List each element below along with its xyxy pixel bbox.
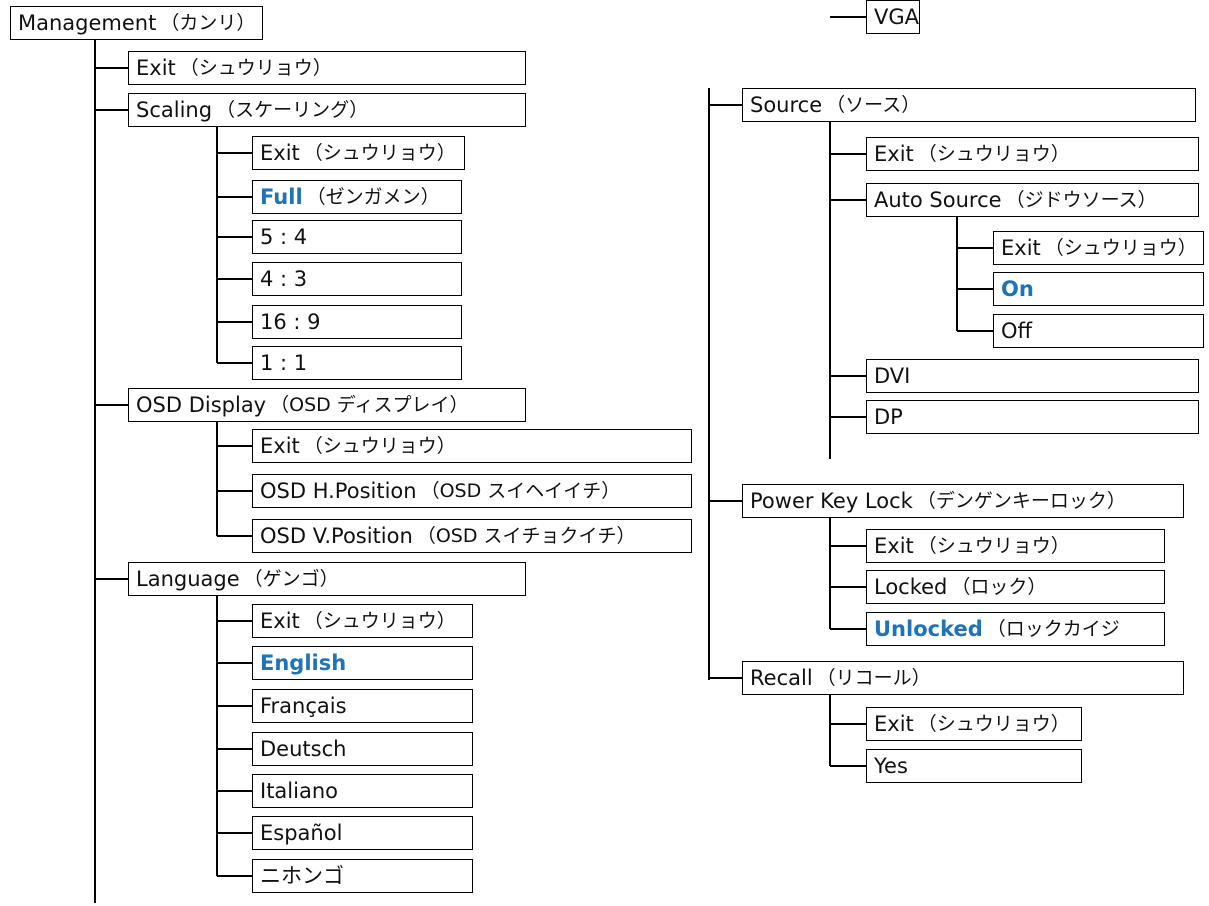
menu-item-language-espa-ol-5-label: Español	[260, 820, 343, 845]
menu-item-recall-yes-label: Yes	[874, 753, 908, 778]
menu-item-auto-source-on[interactable]: On	[993, 272, 1204, 306]
menu-item-exit-label: Exit	[136, 55, 176, 80]
menu-item-language-item-6[interactable]: ニホンゴ	[252, 859, 473, 893]
menu-item-recall-yes[interactable]: Yes	[866, 749, 1082, 783]
menu-item-exit[interactable]: Exit （シュウリョウ）	[128, 51, 526, 85]
menu-item-language-item-6-label: ニホンゴ	[260, 863, 344, 888]
menu-item-language-exit-0-kana: （シュウリョウ）	[303, 609, 456, 632]
menu-item-power-key-lock-unlocked-kana: （ロックカイジ	[986, 617, 1120, 640]
menu-item-source-dp-label: DP	[874, 404, 903, 429]
menu-item-language[interactable]: Language （ゲンゴ）	[128, 562, 526, 596]
menu-item-osd-display-osd-v-position-2[interactable]: OSD V.Position （OSD スイチョクイチ）	[252, 519, 692, 553]
menu-item-scaling-1-1-5[interactable]: 1 : 1	[252, 346, 462, 380]
menu-item-scaling-label: Scaling	[136, 97, 213, 122]
menu-item-recall-exit-kana: （シュウリョウ）	[917, 712, 1070, 735]
menu-item-language-exit-0[interactable]: Exit （シュウリョウ）	[252, 604, 473, 638]
menu-item-scaling-4-3-3-label: 4 : 3	[260, 266, 308, 291]
menu-item-scaling-16-9-4[interactable]: 16 : 9	[252, 305, 462, 339]
menu-item-language-english-1[interactable]: English	[252, 646, 473, 680]
menu-item-power-key-lock-label: Power Key Lock	[750, 488, 913, 513]
menu-item-scaling-full-1-label: Full	[260, 184, 303, 209]
menu-item-auto-source-on-label: On	[1001, 276, 1034, 301]
menu-item-power-key-lock-locked-label: Locked	[874, 574, 948, 599]
menu-root-management-kana: （カンリ）	[160, 11, 256, 34]
menu-item-exit-kana: （シュウリョウ）	[179, 56, 332, 79]
menu-item-recall-exit-label: Exit	[874, 711, 914, 736]
menu-item-source-dvi[interactable]: DVI	[866, 359, 1199, 393]
menu-item-source-dp[interactable]: DP	[866, 400, 1199, 434]
menu-item-scaling[interactable]: Scaling （スケーリング）	[128, 93, 526, 127]
menu-item-scaling-1-1-5-label: 1 : 1	[260, 350, 308, 375]
menu-item-recall-exit[interactable]: Exit （シュウリョウ）	[866, 707, 1082, 741]
menu-item-language-kana: （ゲンゴ）	[243, 567, 339, 590]
menu-item-power-key-lock-locked-kana: （ロック）	[951, 575, 1047, 598]
menu-item-auto-source-exit[interactable]: Exit （シュウリョウ）	[993, 231, 1204, 265]
menu-item-language-deutsch-3[interactable]: Deutsch	[252, 732, 473, 766]
menu-item-osd-display-exit-0-label: Exit	[260, 433, 300, 458]
menu-item-language-exit-0-label: Exit	[260, 608, 300, 633]
menu-item-source-auto-source[interactable]: Auto Source （ジドウソース）	[866, 183, 1199, 217]
menu-item-scaling-4-3-3[interactable]: 4 : 3	[252, 262, 462, 296]
menu-item-osd-display-kana: （OSD ディスプレイ）	[270, 393, 469, 416]
menu-item-osd-display-exit-0-kana: （シュウリョウ）	[303, 434, 456, 457]
menu-item-scaling-exit-0-kana: （シュウリョウ）	[303, 141, 456, 164]
menu-item-auto-source-exit-kana: （シュウリョウ）	[1044, 236, 1197, 259]
menu-item-osd-display-osd-v-position-2-kana: （OSD スイチョクイチ）	[416, 524, 636, 547]
menu-item-source-exit[interactable]: Exit （シュウリョウ）	[866, 137, 1199, 171]
menu-item-scaling-5-4-2-label: 5 : 4	[260, 224, 308, 249]
menu-item-language-english-1-label: English	[260, 650, 347, 675]
menu-item-power-key-lock-exit-kana: （シュウリョウ）	[917, 534, 1070, 557]
menu-item-source-exit-kana: （シュウリョウ）	[917, 142, 1070, 165]
menu-item-source-label: Source	[750, 92, 823, 117]
menu-item-recall[interactable]: Recall （リコール）	[742, 661, 1184, 695]
menu-item-recall-label: Recall	[750, 665, 813, 690]
menu-item-scaling-full-1-kana: （ゼンガメン）	[306, 185, 440, 208]
menu-item-osd-display-osd-v-position-2-label: OSD V.Position	[260, 523, 413, 548]
menu-item-scaling-kana: （スケーリング）	[216, 98, 369, 121]
menu-item-source-dvi-label: DVI	[874, 363, 911, 388]
menu-item-power-key-lock[interactable]: Power Key Lock （デンゲンキーロック）	[742, 484, 1184, 518]
menu-item-power-key-lock-unlocked[interactable]: Unlocked （ロックカイジ	[866, 612, 1165, 646]
menu-item-source-vga-label: VGA	[874, 4, 920, 29]
menu-item-source-auto-source-kana: （ジドウソース）	[1005, 188, 1157, 211]
menu-item-power-key-lock-exit[interactable]: Exit （シュウリョウ）	[866, 529, 1165, 563]
menu-item-scaling-full-1[interactable]: Full （ゼンガメン）	[252, 180, 462, 214]
menu-item-source-kana: （ソース）	[826, 93, 921, 116]
menu-item-power-key-lock-unlocked-label: Unlocked	[874, 616, 983, 641]
menu-item-language-italiano-4[interactable]: Italiano	[252, 774, 473, 808]
menu-item-scaling-exit-0-label: Exit	[260, 140, 300, 165]
menu-item-power-key-lock-kana: （デンゲンキーロック）	[916, 489, 1126, 512]
menu-item-source-exit-label: Exit	[874, 141, 914, 166]
menu-item-scaling-exit-0[interactable]: Exit （シュウリョウ）	[252, 136, 465, 170]
menu-item-source-auto-source-label: Auto Source	[874, 187, 1002, 212]
menu-item-source-vga[interactable]: VGA	[866, 0, 921, 34]
menu-item-language-espa-ol-5[interactable]: Español	[252, 816, 473, 850]
menu-item-language-fran-ais-2-label: Français	[260, 693, 347, 718]
menu-item-osd-display-exit-0[interactable]: Exit （シュウリョウ）	[252, 429, 692, 463]
menu-item-osd-display-label: OSD Display	[136, 392, 267, 417]
menu-item-language-label: Language	[136, 566, 240, 591]
menu-item-language-italiano-4-label: Italiano	[260, 778, 338, 803]
menu-item-scaling-16-9-4-label: 16 : 9	[260, 309, 321, 334]
menu-item-auto-source-off-label: Off	[1001, 318, 1032, 343]
menu-root-management-label: Management	[18, 10, 157, 35]
menu-item-scaling-5-4-2[interactable]: 5 : 4	[252, 220, 462, 254]
menu-item-osd-display-osd-h-position-1-label: OSD H.Position	[260, 478, 417, 503]
menu-item-language-fran-ais-2[interactable]: Français	[252, 689, 473, 723]
menu-item-recall-kana: （リコール）	[816, 666, 931, 689]
menu-item-language-deutsch-3-label: Deutsch	[260, 736, 347, 761]
menu-root-management[interactable]: Management （カンリ）	[10, 6, 263, 40]
menu-item-auto-source-exit-label: Exit	[1001, 235, 1041, 260]
menu-item-source[interactable]: Source （ソース）	[742, 88, 1196, 122]
menu-item-osd-display[interactable]: OSD Display （OSD ディスプレイ）	[128, 388, 526, 422]
menu-item-power-key-lock-exit-label: Exit	[874, 533, 914, 558]
menu-item-auto-source-off[interactable]: Off	[993, 314, 1204, 348]
menu-item-osd-display-osd-h-position-1[interactable]: OSD H.Position （OSD スイヘイイチ）	[252, 474, 692, 508]
menu-item-osd-display-osd-h-position-1-kana: （OSD スイヘイイチ）	[420, 479, 621, 502]
menu-item-power-key-lock-locked[interactable]: Locked （ロック）	[866, 570, 1165, 604]
